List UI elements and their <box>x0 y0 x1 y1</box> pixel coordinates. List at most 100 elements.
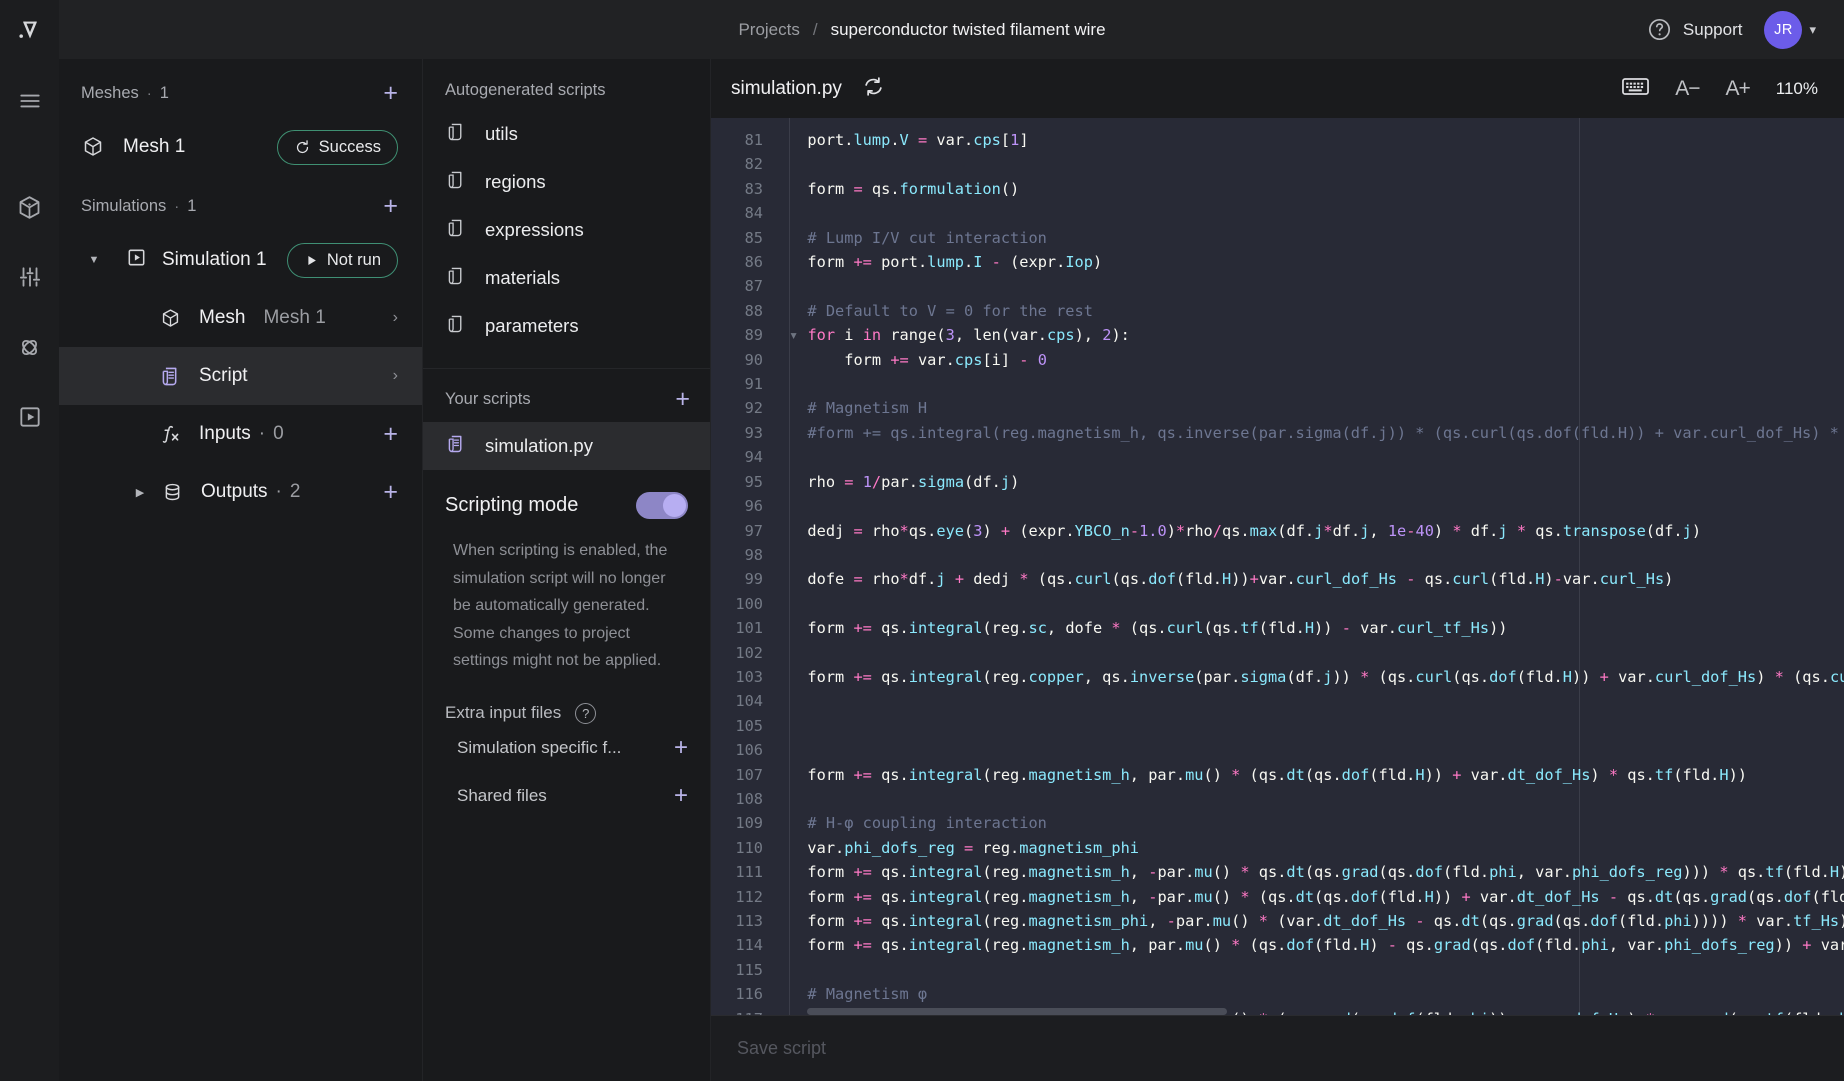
code-scroll-region[interactable]: 81 port.lump.V = var.cps[1] 82 83 form =… <box>711 118 1844 1015</box>
sim-child-inputs[interactable]: Inputs · 0 + <box>59 405 422 463</box>
keyboard-icon[interactable] <box>1622 76 1650 102</box>
geometry-icon[interactable] <box>10 187 50 227</box>
mesh-status-badge[interactable]: Success <box>276 129 398 165</box>
keyboard-glyph <box>1622 77 1650 95</box>
user-menu[interactable]: JR ▾ <box>1764 10 1816 49</box>
chevron-right-icon[interactable]: › <box>393 367 398 385</box>
extra-row-label: Shared files <box>457 785 547 805</box>
mesh-row[interactable]: Mesh 1 Success <box>59 118 422 176</box>
script-item-regions[interactable]: regions <box>423 158 710 206</box>
script-item-simulation-py[interactable]: simulation.py <box>423 422 710 470</box>
top-bar-right: Support JR ▾ <box>1647 10 1844 49</box>
simulation-status-label: Not run <box>326 250 381 269</box>
script-file-icon <box>445 121 467 148</box>
physics-icon[interactable] <box>10 327 50 367</box>
scripts-panel: Autogenerated scripts utils regions expr… <box>423 59 711 1081</box>
save-script-button[interactable]: Save script <box>737 1038 826 1059</box>
project-tree-panel: Meshes · 1 + Mesh 1 Success Simulations … <box>59 59 423 1081</box>
database-glyph <box>165 483 180 500</box>
scrollbar-thumb[interactable] <box>807 1008 1227 1015</box>
add-mesh-button[interactable]: + <box>383 81 398 106</box>
cube-glyph <box>162 308 179 327</box>
sim-child-mesh-value: Mesh 1 <box>263 307 326 328</box>
database-icon <box>161 481 187 504</box>
add-shared-file-button[interactable]: + <box>674 783 688 808</box>
scripting-mode-toggle[interactable] <box>636 492 688 519</box>
save-bar: Save script <box>711 1015 1844 1081</box>
extra-row-shared-files[interactable]: Shared files + <box>423 772 710 820</box>
cube-glyph <box>19 195 40 219</box>
script-glyph <box>448 219 462 236</box>
simulations-count: 1 <box>187 197 197 215</box>
mesh-name: Mesh 1 <box>123 136 186 157</box>
fx-glyph <box>162 425 179 443</box>
sim-child-outputs[interactable]: ▶ Outputs · 2 + <box>59 463 422 521</box>
scripting-mode-description: When scripting is enabled, the simulatio… <box>453 542 668 670</box>
breadcrumb-current-project: superconductor twisted filament wire <box>830 19 1106 39</box>
sim-child-mesh[interactable]: Mesh Mesh 1 › <box>59 289 422 347</box>
autogenerated-scripts-title: Autogenerated scripts <box>445 81 606 99</box>
code-content[interactable]: 81 port.lump.V = var.cps[1] 82 83 form =… <box>711 118 1844 1015</box>
play-box-glyph <box>128 249 145 266</box>
inputs-dot: · <box>258 423 266 444</box>
decrease-font-button[interactable]: A− <box>1675 77 1700 101</box>
help-circle-icon <box>1648 18 1670 41</box>
expand-caret-icon[interactable]: ▼ <box>81 254 107 266</box>
script-item-label: expressions <box>485 219 584 240</box>
script-file-icon <box>445 217 467 244</box>
menu-icon[interactable] <box>10 81 50 121</box>
simulation-name: Simulation 1 <box>162 249 267 270</box>
editor-toolbar: A− A+ 110% <box>1622 76 1818 102</box>
sync-icon[interactable] <box>862 75 885 103</box>
script-glyph <box>448 435 462 452</box>
add-simulation-file-button[interactable]: + <box>674 735 688 760</box>
collapse-caret-icon[interactable]: ▶ <box>127 486 153 499</box>
chevron-down-icon: ▾ <box>1809 22 1816 37</box>
breadcrumb: Projects / superconductor twisted filame… <box>0 20 1844 40</box>
add-output-button[interactable]: + <box>383 479 398 505</box>
add-input-button[interactable]: + <box>383 421 398 447</box>
script-icon <box>159 365 185 388</box>
extra-row-simulation-specific[interactable]: Simulation specific f... + <box>423 724 710 772</box>
sim-child-script[interactable]: Script › <box>59 347 422 405</box>
script-item-label: utils <box>485 123 518 144</box>
simulations-title: Simulations <box>81 197 167 215</box>
sliders-glyph <box>19 267 40 287</box>
script-item-materials[interactable]: materials <box>423 254 710 302</box>
app-logo[interactable] <box>0 0 59 59</box>
simulation-row[interactable]: ▼ Simulation 1 Not run <box>59 231 422 289</box>
add-simulation-button[interactable]: + <box>383 194 398 219</box>
add-script-button[interactable]: + <box>675 387 690 412</box>
increase-font-button[interactable]: A+ <box>1726 77 1751 101</box>
atom-knot-glyph <box>22 339 37 355</box>
code-area[interactable]: 81 port.lump.V = var.cps[1] 82 83 form =… <box>711 118 1844 1015</box>
extra-input-files-title: Extra input files <box>445 703 562 723</box>
script-item-expressions[interactable]: expressions <box>423 206 710 254</box>
help-icon[interactable]: ? <box>575 702 597 724</box>
script-item-label: simulation.py <box>485 435 593 456</box>
support-button[interactable]: Support <box>1647 17 1742 42</box>
script-file-icon <box>445 313 467 340</box>
meshes-section-header: Meshes · 1 + <box>59 69 422 118</box>
script-file-icon <box>445 169 467 196</box>
outputs-label: Outputs <box>201 481 268 502</box>
code-editor-panel: simulation.py A− A+ 110% 81 port.lump.V … <box>711 59 1844 1081</box>
script-glyph <box>448 267 462 284</box>
settings-sliders-icon[interactable] <box>10 257 50 297</box>
sim-child-mesh-label: Mesh <box>199 307 246 328</box>
script-item-parameters[interactable]: parameters <box>423 302 710 350</box>
function-icon <box>159 422 185 446</box>
simulation-status-badge[interactable]: Not run <box>286 242 398 278</box>
script-glyph <box>162 367 177 385</box>
script-item-utils[interactable]: utils <box>423 110 710 158</box>
run-icon[interactable] <box>10 397 50 437</box>
meshes-count: 1 <box>159 84 169 102</box>
breadcrumb-projects[interactable]: Projects <box>738 20 799 40</box>
script-item-label: materials <box>485 267 561 288</box>
script-glyph <box>448 123 462 140</box>
horizontal-scrollbar[interactable] <box>711 1008 1844 1015</box>
outputs-dot: · <box>275 481 282 502</box>
mesh-status-label: Success <box>318 137 381 156</box>
chevron-right-icon[interactable]: › <box>393 309 398 327</box>
cube-glyph <box>84 137 102 156</box>
